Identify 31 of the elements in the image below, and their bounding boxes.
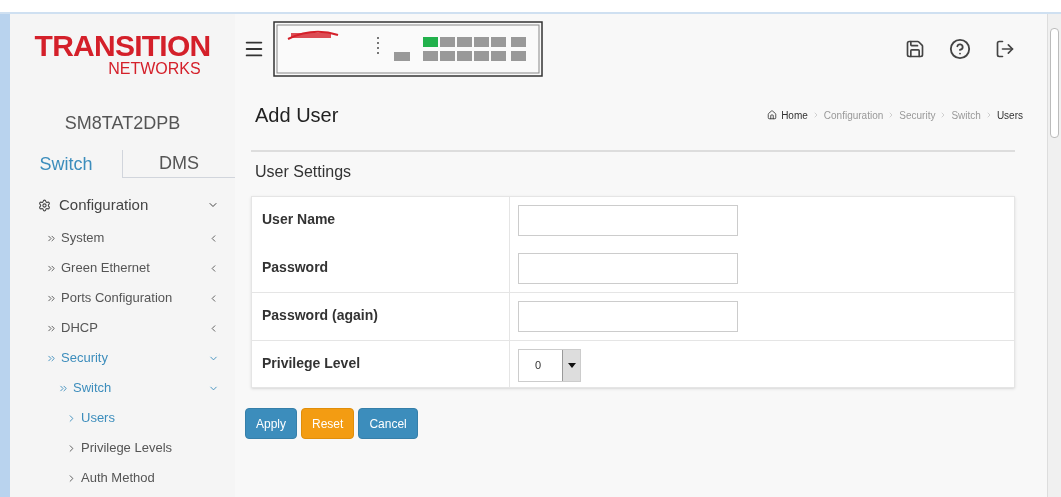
help-icon[interactable]: [949, 38, 971, 60]
privilege-select[interactable]: 0: [518, 348, 581, 382]
field-label: Password (again): [262, 307, 378, 323]
sidebar-section-header[interactable]: Configuration: [10, 187, 235, 223]
sidebar-item[interactable]: Auth Method: [10, 463, 235, 493]
section-title: User Settings: [254, 162, 353, 182]
text-field[interactable]: [518, 252, 738, 284]
page-title: Add User: [255, 103, 339, 128]
logo-subtitle: NETWORKS: [107, 61, 201, 77]
settings-icon: [38, 198, 51, 212]
sidebar-item[interactable]: Ports Configuration: [10, 283, 235, 313]
breadcrumb-link[interactable]: Users: [996, 107, 1023, 123]
sidebar-item[interactable]: Privilege Levels: [10, 433, 235, 463]
sidebar-item[interactable]: System: [10, 223, 235, 253]
device-name: SM8TAT2DPB: [63, 112, 182, 135]
save-icon[interactable]: [905, 39, 925, 59]
text-field[interactable]: [518, 301, 738, 332]
scrollbar[interactable]: [1047, 14, 1061, 497]
breadcrumb-link[interactable]: Home: [781, 107, 808, 123]
field-label: User Name: [262, 211, 336, 227]
home-icon: [767, 110, 778, 120]
primary-button[interactable]: Cancel: [358, 408, 418, 439]
logo-wordmark: TRANSITION: [34, 31, 211, 61]
primary-button[interactable]: Apply: [245, 408, 298, 439]
caret-down-icon: [567, 362, 576, 368]
sidebar-item[interactable]: DHCP: [10, 313, 235, 343]
field-label: Privilege Level: [262, 354, 361, 371]
field-label: Password: [262, 258, 329, 275]
sidebar-item[interactable]: Green Ethernet: [10, 253, 235, 283]
logout-icon[interactable]: [995, 39, 1015, 59]
text-field[interactable]: [518, 205, 738, 236]
